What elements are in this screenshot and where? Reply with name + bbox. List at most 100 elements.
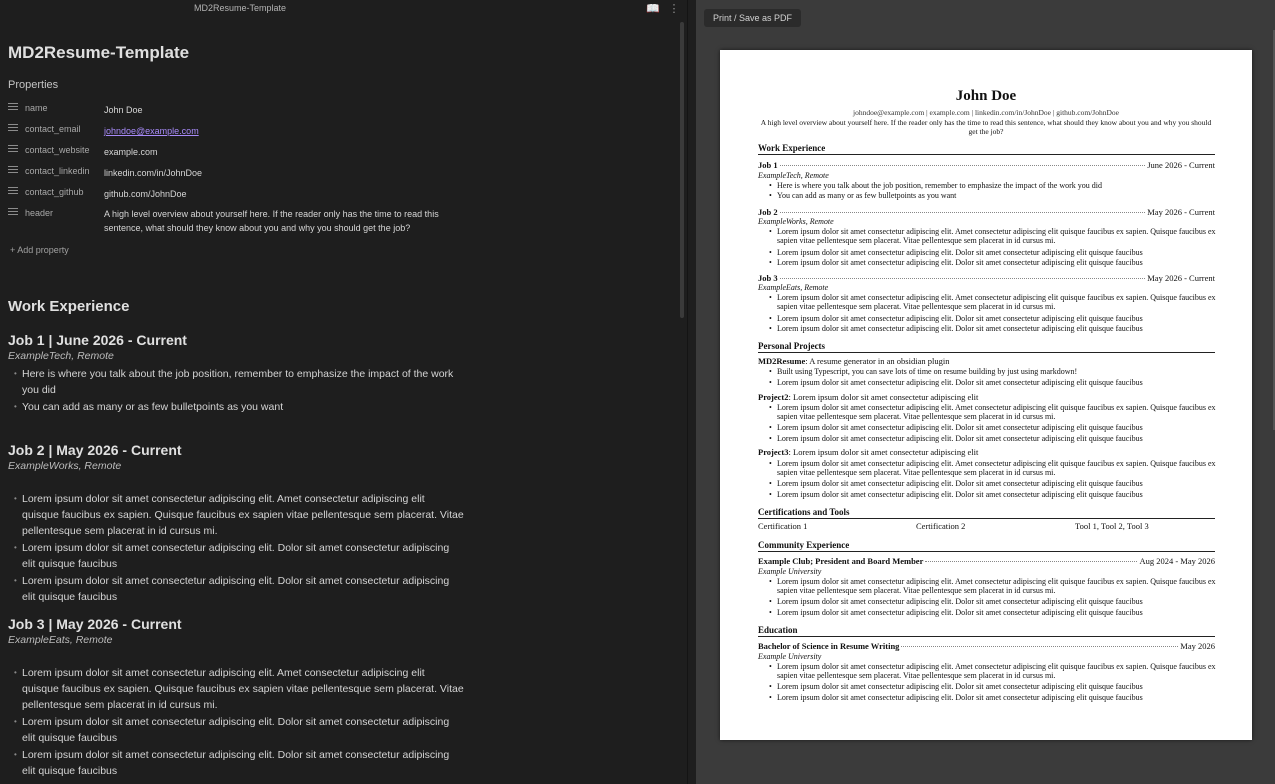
- project-desc: : Lorem ipsum dolor sit amet consectetur…: [788, 392, 979, 402]
- job-org[interactable]: ExampleTech, Remote: [8, 350, 114, 362]
- resume-bullet: Lorem ipsum dolor sit amet consectetur a…: [769, 324, 1217, 333]
- project-name: MD2Resume: [758, 356, 806, 366]
- job-title: Job 3: [758, 273, 778, 283]
- job-date: May 2026 - Current: [1147, 273, 1215, 283]
- more-options-icon[interactable]: ⋮: [668, 3, 680, 15]
- job-org: ExampleTech, Remote: [758, 171, 829, 180]
- list-item[interactable]: Lorem ipsum dolor sit amet consectetur a…: [14, 573, 464, 605]
- list-item[interactable]: Lorem ipsum dolor sit amet consectetur a…: [14, 540, 464, 572]
- property-key[interactable]: name: [25, 103, 48, 113]
- text-property-icon: [8, 103, 18, 113]
- property-value[interactable]: github.com/JohnDoe: [104, 187, 464, 201]
- resume-bullet: Lorem ipsum dolor sit amet consectetur a…: [769, 682, 1217, 691]
- tab-title[interactable]: MD2Resume-Template: [0, 3, 480, 13]
- certification-item: Certification 1: [758, 521, 808, 531]
- resume-bullet: Lorem ipsum dolor sit amet consectetur a…: [769, 490, 1217, 499]
- project-name: Project2: [758, 392, 789, 402]
- resume-bullet: Lorem ipsum dolor sit amet consectetur a…: [769, 227, 1217, 245]
- project-row: Project2: Lorem ipsum dolor sit amet con…: [758, 392, 978, 402]
- resume-job-row: Job 2 May 2026 - Current: [758, 207, 1215, 217]
- text-property-icon: [8, 208, 18, 218]
- properties-heading[interactable]: Properties: [8, 79, 58, 91]
- resume-job-row: Example Club; President and Board Member…: [758, 556, 1215, 566]
- project-desc: : A resume generator in an obsidian plug…: [805, 356, 950, 366]
- role-org: Example University: [758, 567, 822, 576]
- resume-job-row: Job 1 June 2026 - Current: [758, 160, 1215, 170]
- resume-bullet: Lorem ipsum dolor sit amet consectetur a…: [769, 608, 1217, 617]
- property-value[interactable]: A high level overview about yourself her…: [104, 207, 464, 235]
- list-item[interactable]: Lorem ipsum dolor sit amet consectetur a…: [14, 491, 464, 539]
- resume-preview-pane: Print / Save as PDF John Doe johndoe@exa…: [696, 0, 1275, 784]
- job-org[interactable]: ExampleWorks, Remote: [8, 460, 121, 472]
- role-date: Aug 2024 - May 2026: [1139, 556, 1215, 566]
- resume-bullet: Lorem ipsum dolor sit amet consectetur a…: [769, 597, 1217, 606]
- school-name: Example University: [758, 652, 822, 661]
- property-key[interactable]: contact_github: [25, 187, 84, 197]
- editor-header: MD2Resume-Template 📖 ⋮: [0, 0, 688, 18]
- resume-bullet: Lorem ipsum dolor sit amet consectetur a…: [769, 577, 1217, 595]
- project-name: Project3: [758, 447, 789, 457]
- resume-summary: A high level overview about yourself her…: [760, 118, 1212, 136]
- property-value[interactable]: linkedin.com/in/JohnDoe: [104, 166, 464, 180]
- job-heading[interactable]: Job 1 | June 2026 - Current: [8, 332, 187, 348]
- job-heading[interactable]: Job 2 | May 2026 - Current: [8, 442, 182, 458]
- resume-contact-line: johndoe@example.com | example.com | link…: [853, 108, 1119, 117]
- reading-view-icon[interactable]: 📖: [646, 3, 660, 15]
- dot-leader: [901, 646, 1179, 647]
- editor-scrollbar[interactable]: [680, 22, 684, 318]
- property-value[interactable]: example.com: [104, 145, 464, 159]
- resume-bullet: Lorem ipsum dolor sit amet consectetur a…: [769, 293, 1217, 311]
- job-title: Job 2: [758, 207, 778, 217]
- resume-bullet: Lorem ipsum dolor sit amet consectetur a…: [769, 459, 1217, 477]
- job-date: June 2026 - Current: [1147, 160, 1215, 170]
- note-title[interactable]: MD2Resume-Template: [8, 43, 189, 63]
- property-key[interactable]: contact_linkedin: [25, 166, 90, 176]
- job-title: Job 1: [758, 160, 778, 170]
- section-certifications: Certifications and Tools: [758, 507, 1215, 519]
- property-value[interactable]: John Doe: [104, 103, 464, 117]
- resume-page: John Doe johndoe@example.com | example.c…: [720, 50, 1252, 740]
- list-item[interactable]: You can add as many or as few bulletpoin…: [14, 399, 464, 415]
- print-save-pdf-button[interactable]: Print / Save as PDF: [704, 9, 802, 27]
- resume-job-row: Bachelor of Science in Resume Writing May…: [758, 641, 1215, 651]
- section-personal-projects: Personal Projects: [758, 341, 1215, 353]
- add-property-button[interactable]: + Add property: [10, 245, 69, 255]
- text-property-icon: [8, 187, 18, 197]
- resume-bullet: Here is where you talk about the job pos…: [769, 181, 1217, 190]
- resume-bullet: Lorem ipsum dolor sit amet consectetur a…: [769, 403, 1217, 421]
- section-education: Education: [758, 625, 1215, 637]
- section-work-experience: Work Experience: [758, 143, 1215, 155]
- property-key[interactable]: header: [25, 208, 53, 218]
- resume-bullet: Lorem ipsum dolor sit amet consectetur a…: [769, 434, 1217, 443]
- property-value-email-link[interactable]: johndoe@example.com: [104, 124, 464, 138]
- degree-title: Bachelor of Science in Resume Writing: [758, 641, 900, 651]
- job-org: ExampleWorks, Remote: [758, 217, 834, 226]
- resume-bullet: You can add as many or as few bulletpoin…: [769, 191, 1217, 200]
- resume-job-row: Job 3 May 2026 - Current: [758, 273, 1215, 283]
- text-property-icon: [8, 145, 18, 155]
- role-title: Example Club; President and Board Member: [758, 556, 924, 566]
- certification-item: Certification 2: [916, 521, 966, 531]
- job-org[interactable]: ExampleEats, Remote: [8, 634, 112, 646]
- list-item[interactable]: Here is where you talk about the job pos…: [14, 366, 464, 398]
- resume-bullet: Lorem ipsum dolor sit amet consectetur a…: [769, 423, 1217, 432]
- text-property-icon: [8, 166, 18, 176]
- dot-leader: [925, 561, 1138, 562]
- resume-bullet: Lorem ipsum dolor sit amet consectetur a…: [769, 693, 1217, 702]
- resume-bullet: Built using Typescript, you can save lot…: [769, 367, 1217, 376]
- text-property-icon: [8, 124, 18, 134]
- job-org: ExampleEats, Remote: [758, 283, 829, 292]
- add-property-label: Add property: [17, 245, 69, 255]
- resume-bullet: Lorem ipsum dolor sit amet consectetur a…: [769, 258, 1217, 267]
- work-experience-heading[interactable]: Work Experience: [8, 298, 129, 315]
- job-heading[interactable]: Job 3 | May 2026 - Current: [8, 616, 182, 632]
- dot-leader: [779, 165, 1146, 166]
- property-key[interactable]: contact_website: [25, 145, 90, 155]
- job-date: May 2026 - Current: [1147, 207, 1215, 217]
- property-key[interactable]: contact_email: [25, 124, 81, 134]
- list-item[interactable]: Lorem ipsum dolor sit amet consectetur a…: [14, 665, 464, 713]
- pane-divider[interactable]: [687, 0, 688, 784]
- list-item[interactable]: Lorem ipsum dolor sit amet consectetur a…: [14, 714, 464, 746]
- plus-icon: +: [10, 245, 16, 255]
- list-item[interactable]: Lorem ipsum dolor sit amet consectetur a…: [14, 747, 464, 779]
